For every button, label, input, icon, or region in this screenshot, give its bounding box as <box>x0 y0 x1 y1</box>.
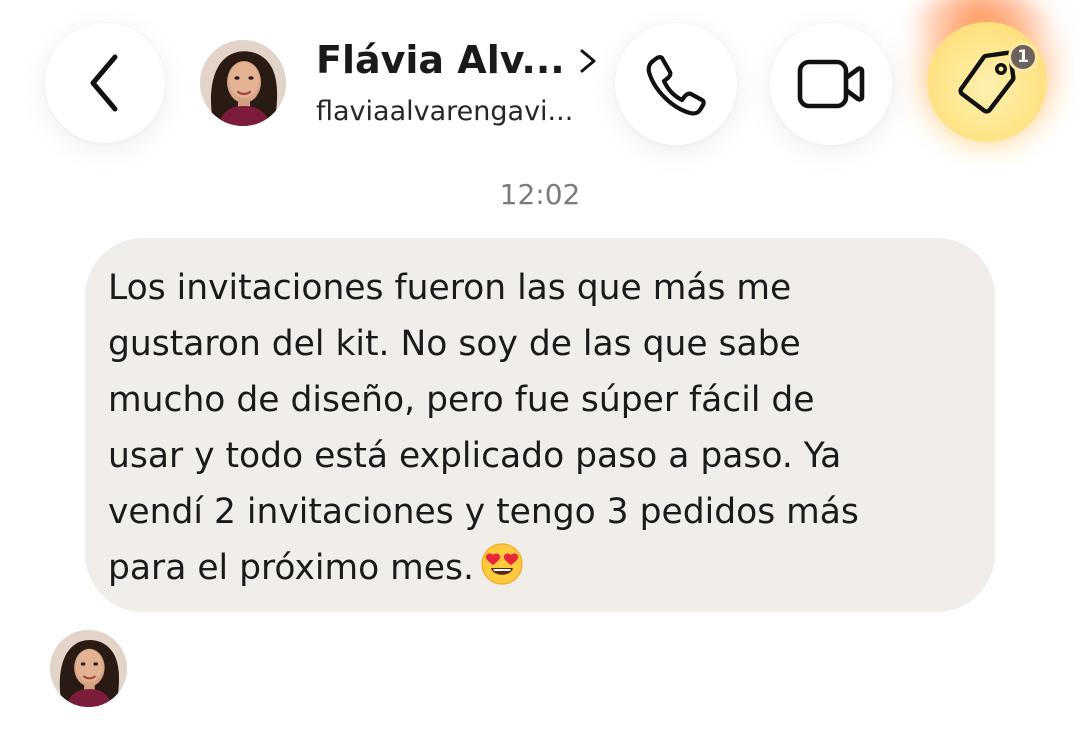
tag-count-badge: 1 <box>1008 42 1038 72</box>
phone-icon <box>646 55 706 116</box>
chevron-left-icon <box>90 54 118 112</box>
chevron-right-icon[interactable] <box>577 47 599 75</box>
heart-eyes-emoji <box>481 543 523 585</box>
contact-avatar[interactable] <box>200 40 286 126</box>
avatar-photo <box>200 40 286 126</box>
avatar-photo <box>50 630 127 707</box>
chat-header: Flávia Alv... flaviaalvarengavi... 1 <box>0 0 1080 165</box>
back-button[interactable] <box>45 23 165 143</box>
call-button[interactable] <box>615 23 737 145</box>
video-camera-icon <box>797 59 865 109</box>
video-call-button[interactable] <box>770 23 892 145</box>
message-bubble[interactable]: Los invitaciones fueron las que más me g… <box>85 238 995 612</box>
message-timestamp: 12:02 <box>499 178 581 211</box>
sender-avatar[interactable] <box>50 630 127 707</box>
contact-handle[interactable]: flaviaalvarengavi... <box>316 96 573 127</box>
tag-button[interactable] <box>927 22 1047 142</box>
message-body: Los invitaciones fueron las que más me g… <box>108 268 859 588</box>
message-text: Los invitaciones fueron las que más me g… <box>108 260 965 596</box>
contact-name[interactable]: Flávia Alv... <box>316 38 565 82</box>
dm-thread-screen: Flávia Alv... flaviaalvarengavi... 1 12:… <box>0 0 1080 731</box>
